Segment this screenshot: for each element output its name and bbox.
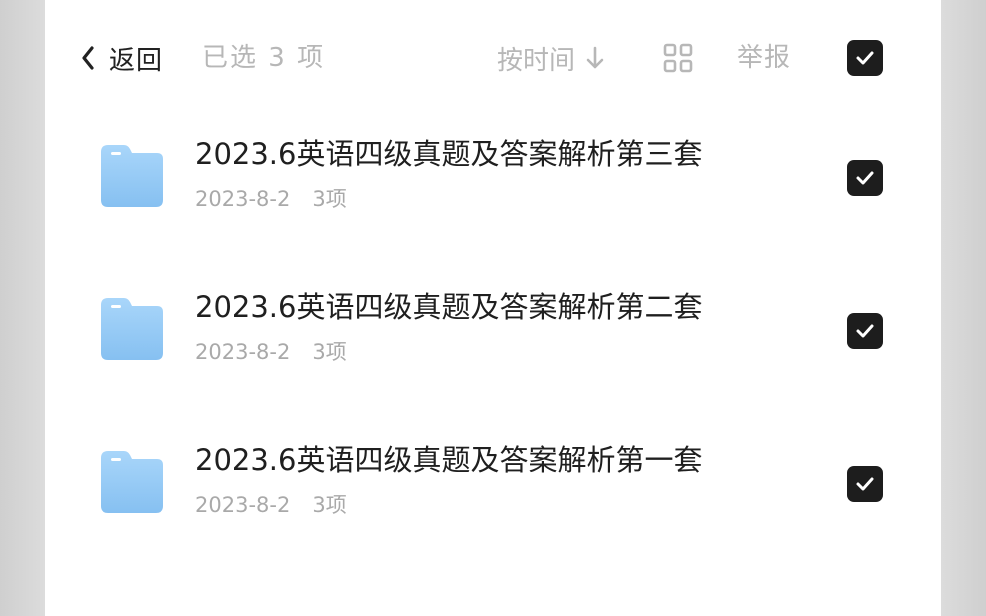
file-item-count: 3项: [312, 493, 347, 517]
check-icon: [855, 170, 875, 186]
file-checkbox[interactable]: [847, 466, 883, 502]
report-button[interactable]: 举报: [737, 38, 791, 78]
file-name: 2023.6英语四级真题及答案解析第三套: [195, 137, 703, 171]
file-row[interactable]: 2023.6英语四级真题及答案解析第二套 2023-8-2 3项: [45, 271, 941, 401]
sort-label: 按时间: [497, 45, 576, 76]
sort-by-time-button[interactable]: 按时间: [497, 38, 605, 78]
back-label: 返回: [109, 45, 164, 76]
file-meta: 2023-8-2 3项: [195, 337, 347, 367]
screen-background: 返回 已选 3 项 按时间 举报 2023.6英语四级真题及答案解析第三套 20…: [0, 0, 986, 616]
file-meta: 2023-8-2 3项: [195, 184, 347, 214]
check-icon: [855, 476, 875, 492]
file-item-count: 3项: [312, 187, 347, 211]
file-name: 2023.6英语四级真题及答案解析第二套: [195, 290, 703, 324]
file-item-count: 3项: [312, 340, 347, 364]
folder-icon: [97, 142, 166, 210]
file-date: 2023-8-2: [195, 340, 291, 364]
check-icon: [855, 50, 875, 66]
file-row[interactable]: 2023.6英语四级真题及答案解析第三套 2023-8-2 3项: [45, 118, 941, 248]
chevron-left-icon: [81, 46, 95, 70]
folder-icon: [97, 448, 166, 516]
folder-icon: [97, 295, 166, 363]
back-button[interactable]: 返回: [81, 38, 163, 78]
check-icon: [855, 323, 875, 339]
file-date: 2023-8-2: [195, 493, 291, 517]
selection-toolbar: 返回 已选 3 项 按时间 举报: [45, 28, 941, 88]
file-selection-panel: 返回 已选 3 项 按时间 举报 2023.6英语四级真题及答案解析第三套 20…: [45, 0, 941, 616]
file-name: 2023.6英语四级真题及答案解析第一套: [195, 443, 703, 477]
select-all-checkbox[interactable]: [847, 40, 883, 76]
grid-icon[interactable]: [663, 43, 693, 73]
file-meta: 2023-8-2 3项: [195, 490, 347, 520]
arrow-down-icon: [575, 45, 605, 71]
file-checkbox[interactable]: [847, 313, 883, 349]
file-date: 2023-8-2: [195, 187, 291, 211]
file-row[interactable]: 2023.6英语四级真题及答案解析第一套 2023-8-2 3项: [45, 424, 941, 554]
selected-count-label: 已选 3 项: [202, 43, 326, 73]
file-checkbox[interactable]: [847, 160, 883, 196]
